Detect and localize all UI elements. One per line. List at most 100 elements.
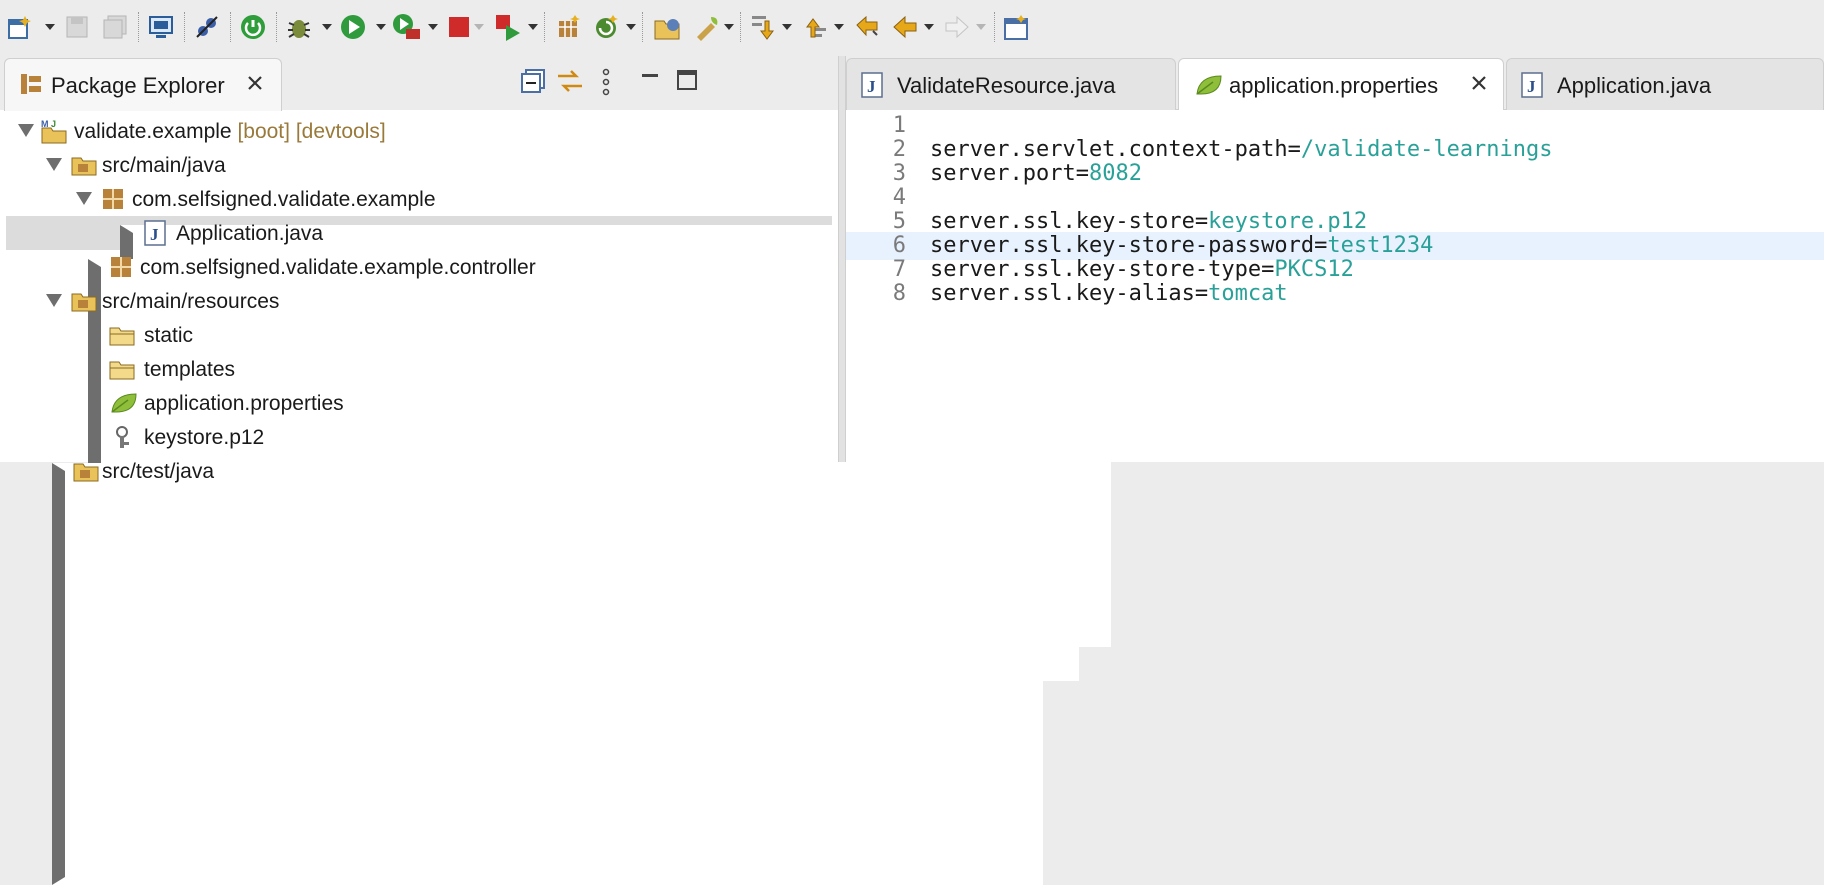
tree-label: static bbox=[144, 324, 194, 347]
spring-leaf-icon bbox=[108, 390, 138, 421]
expanded-icon[interactable] bbox=[18, 124, 34, 137]
save-all-icon[interactable] bbox=[100, 10, 130, 44]
tab-package-explorer[interactable]: Package Explorer bbox=[4, 58, 282, 111]
package-icon bbox=[108, 254, 134, 285]
tree-label: application.properties bbox=[144, 392, 344, 415]
expanded-icon[interactable] bbox=[46, 294, 62, 307]
tree-item-src-main-resources[interactable]: src/main/resources bbox=[0, 284, 838, 318]
spring-boot-dashboard-icon[interactable] bbox=[238, 10, 268, 44]
tree-label: Application.java bbox=[176, 222, 324, 245]
tree-item-keystore[interactable]: keystore.p12 bbox=[0, 420, 838, 454]
previous-annotation-icon[interactable] bbox=[800, 10, 830, 44]
maximize-icon[interactable] bbox=[676, 68, 698, 97]
source-folder-icon bbox=[70, 288, 98, 319]
minimize-icon[interactable] bbox=[640, 68, 660, 97]
java-file-icon: J bbox=[144, 220, 166, 251]
line-content: server.ssl.key-store-type=PKCS12 bbox=[930, 257, 1354, 282]
expanded-icon[interactable] bbox=[76, 192, 92, 205]
tree-label: com.selfsigned.validate.example bbox=[132, 188, 436, 211]
tree-item-src-test-java[interactable]: src/test/java bbox=[0, 454, 1043, 885]
keystore-icon bbox=[112, 424, 136, 455]
java-file-icon: J bbox=[1521, 72, 1543, 103]
package-explorer-icon bbox=[19, 72, 43, 101]
tree-item-application-properties[interactable]: application.properties bbox=[0, 386, 838, 420]
boot-project-icon: MJ bbox=[40, 118, 68, 149]
tab-application-java[interactable]: J Application.java bbox=[1506, 58, 1824, 110]
property-value: 8082 bbox=[1088, 161, 1142, 186]
forward-arrow-icon[interactable] bbox=[942, 10, 972, 44]
tree-label: keystore.p12 bbox=[144, 426, 265, 449]
tree-item-static[interactable]: static bbox=[0, 318, 838, 352]
project-tree: MJ validate.example [boot] [devtools] sr… bbox=[0, 112, 1111, 885]
property-key: server.servlet.context-path= bbox=[930, 137, 1301, 162]
view-tab-bar: Package Explorer bbox=[0, 56, 838, 111]
expanded-icon[interactable] bbox=[46, 158, 62, 171]
tree-item-controller-package[interactable]: com.selfsigned.validate.example.controll… bbox=[0, 250, 1079, 681]
close-icon[interactable] bbox=[1469, 73, 1489, 98]
run-on-server-icon[interactable] bbox=[392, 10, 422, 44]
save-icon[interactable] bbox=[62, 10, 92, 44]
tree-item-src-main-java[interactable]: src/main/java bbox=[0, 148, 838, 182]
line-number: 2 bbox=[892, 137, 906, 162]
next-annotation-icon[interactable] bbox=[748, 10, 778, 44]
spring-leaf-icon bbox=[1193, 72, 1223, 103]
line-number: 3 bbox=[892, 161, 906, 186]
property-value: PKCS12 bbox=[1274, 257, 1354, 282]
tree-item-application-java[interactable]: J Application.java bbox=[6, 216, 1111, 647]
package-explorer-view: Package Explorer MJ validate.example [bo… bbox=[0, 56, 1111, 885]
folder-icon bbox=[108, 356, 136, 387]
last-edit-location-icon[interactable] bbox=[852, 10, 882, 44]
editor-area: J ValidateResource.java application.prop… bbox=[846, 56, 1824, 462]
property-value: tomcat bbox=[1208, 281, 1288, 306]
refresh-run-icon[interactable] bbox=[592, 10, 622, 44]
tree-item-package[interactable]: com.selfsigned.validate.example bbox=[0, 182, 838, 216]
code-line[interactable]: 8 server.ssl.key-alias=tomcat bbox=[846, 280, 1824, 308]
editor-tab-bar: J ValidateResource.java application.prop… bbox=[846, 56, 1824, 110]
tree-label: templates bbox=[144, 358, 236, 381]
tree-label: src/main/java bbox=[102, 154, 226, 177]
line-content: server.port=8082 bbox=[930, 161, 1142, 186]
open-perspective-icon[interactable] bbox=[1002, 10, 1032, 44]
line-number: 6 bbox=[892, 233, 906, 258]
project-name: validate.example bbox=[74, 120, 232, 143]
view-title: Package Explorer bbox=[51, 73, 225, 98]
tree-label: src/main/resources bbox=[102, 290, 280, 313]
tree-item-templates[interactable]: templates bbox=[0, 352, 838, 386]
svg-text:J: J bbox=[1527, 77, 1536, 96]
tab-label: application.properties bbox=[1229, 73, 1439, 98]
console-icon[interactable] bbox=[146, 10, 176, 44]
terminate-icon[interactable] bbox=[444, 10, 474, 44]
line-content: server.ssl.key-store=keystore.p12 bbox=[930, 209, 1367, 234]
skip-breakpoints-icon[interactable] bbox=[192, 10, 222, 44]
properties-editor[interactable]: 1 2 server.servlet.context-path=/validat… bbox=[846, 112, 1824, 462]
back-arrow-icon[interactable] bbox=[890, 10, 920, 44]
view-menu-icon[interactable] bbox=[600, 68, 612, 101]
close-icon[interactable] bbox=[245, 73, 265, 98]
property-key: server.ssl.key-store-type= bbox=[930, 257, 1275, 282]
collapsed-icon[interactable] bbox=[52, 463, 1043, 885]
line-content: server.ssl.key-alias=tomcat bbox=[930, 281, 1288, 306]
view-splitter[interactable] bbox=[838, 56, 846, 462]
line-number: 1 bbox=[892, 113, 906, 138]
debug-icon[interactable] bbox=[284, 10, 314, 44]
tab-label: ValidateResource.java bbox=[897, 73, 1116, 98]
link-with-editor-icon[interactable] bbox=[556, 68, 584, 99]
run-last-launched-icon[interactable] bbox=[494, 10, 524, 44]
property-value: test1234 bbox=[1327, 233, 1434, 258]
new-wizard-icon[interactable] bbox=[4, 10, 34, 44]
tab-application-properties[interactable]: application.properties bbox=[1178, 58, 1504, 110]
tab-label: Application.java bbox=[1557, 73, 1712, 98]
open-project-icon[interactable] bbox=[652, 10, 682, 44]
folder-icon bbox=[108, 322, 136, 353]
run-icon[interactable] bbox=[338, 10, 368, 44]
tree-item-project[interactable]: MJ validate.example [boot] [devtools] bbox=[0, 114, 838, 148]
open-type-icon[interactable] bbox=[554, 10, 584, 44]
line-number: 5 bbox=[892, 209, 906, 234]
svg-text:J: J bbox=[867, 77, 876, 96]
collapse-all-icon[interactable] bbox=[520, 68, 546, 99]
tab-validateresource-java[interactable]: J ValidateResource.java bbox=[846, 58, 1176, 110]
svg-text:M: M bbox=[41, 119, 49, 129]
svg-text:J: J bbox=[51, 119, 56, 129]
spring-tool-icon[interactable] bbox=[692, 10, 722, 44]
source-folder-icon bbox=[70, 152, 98, 183]
